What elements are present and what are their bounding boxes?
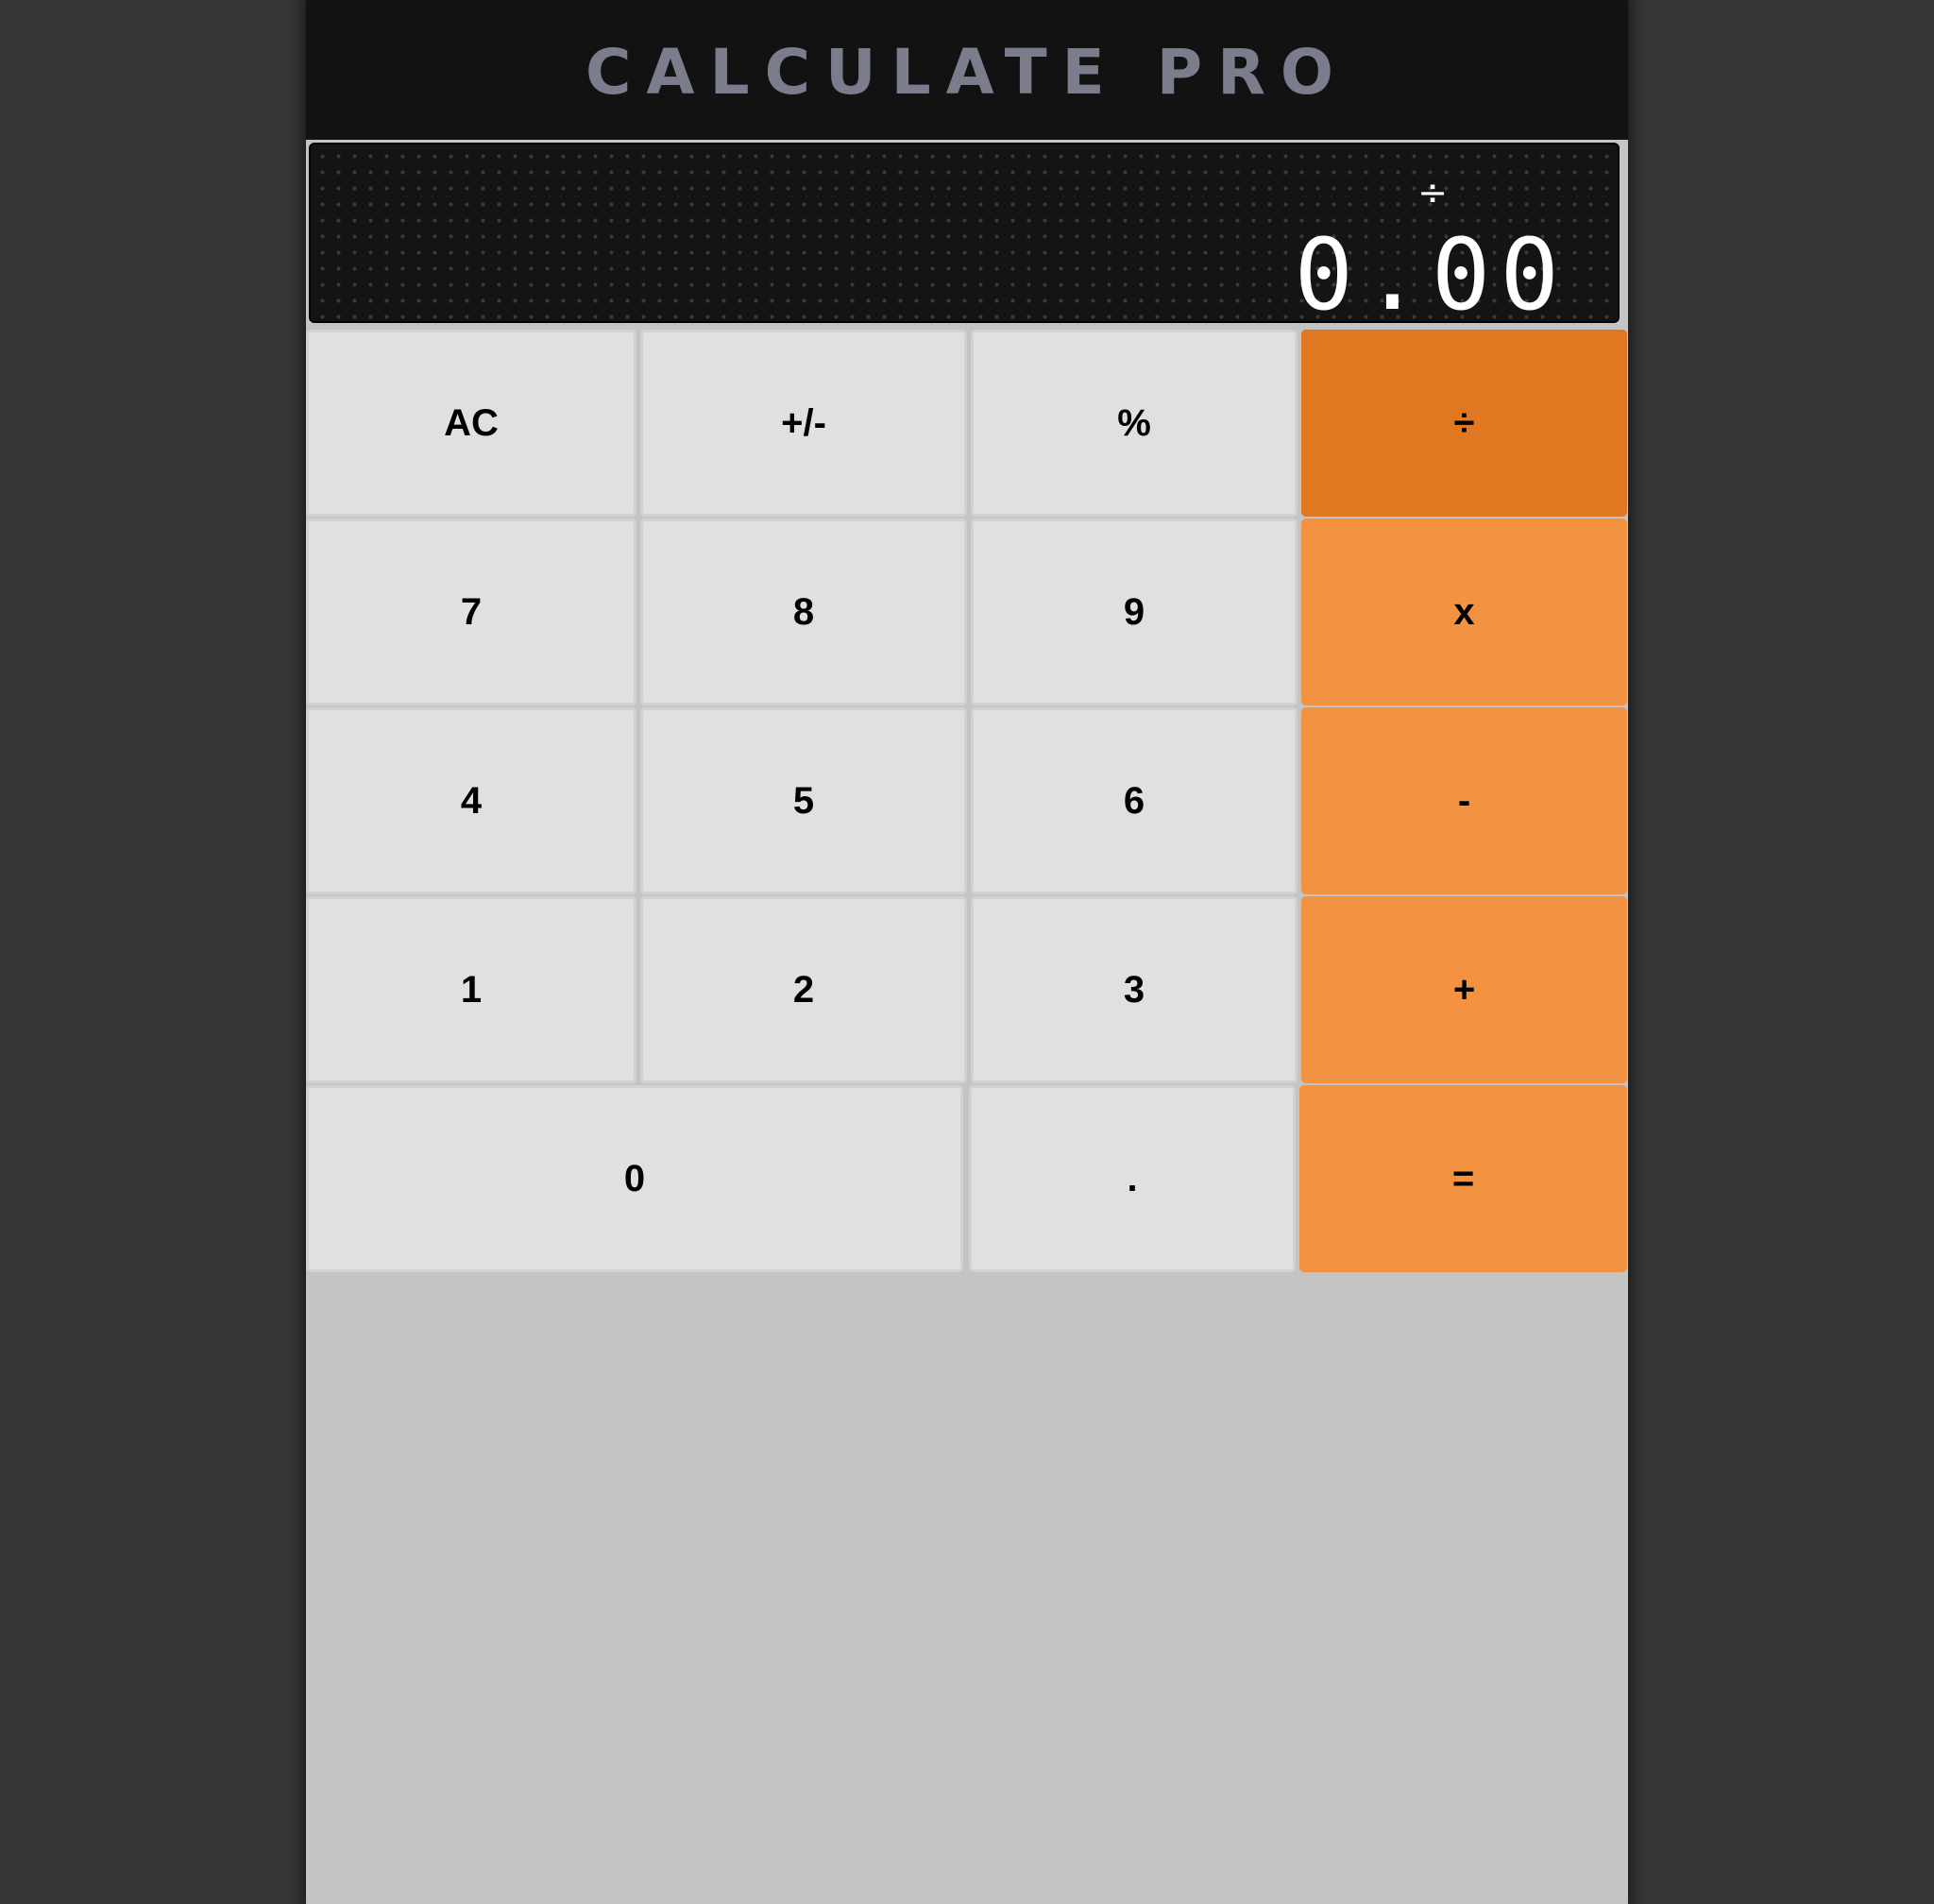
- digit-7-button[interactable]: 7: [306, 518, 636, 706]
- clear-button[interactable]: AC: [306, 330, 636, 517]
- display-value: 0.00: [1294, 217, 1569, 332]
- equals-button[interactable]: =: [1299, 1085, 1627, 1272]
- digit-8-button[interactable]: 8: [640, 518, 967, 706]
- digit-0-button[interactable]: 0: [306, 1085, 963, 1272]
- digit-2-button[interactable]: 2: [640, 896, 967, 1083]
- digit-1-button[interactable]: 1: [306, 896, 636, 1083]
- subtract-button[interactable]: -: [1301, 707, 1627, 894]
- operator-indicator: ÷: [1417, 172, 1448, 213]
- toggle-sign-button[interactable]: +/-: [640, 330, 967, 517]
- digit-9-button[interactable]: 9: [971, 518, 1298, 706]
- app-header: CALCULATE PRO: [306, 0, 1628, 140]
- digit-4-button[interactable]: 4: [306, 707, 636, 894]
- app-title: CALCULATE PRO: [585, 35, 1349, 109]
- add-button[interactable]: +: [1301, 896, 1627, 1083]
- calculator-app: CALCULATE PRO ÷ 0.00 AC +/- % ÷ 7 8 9 x …: [306, 0, 1628, 1904]
- digit-5-button[interactable]: 5: [640, 707, 967, 894]
- multiply-button[interactable]: x: [1301, 518, 1627, 706]
- divide-button[interactable]: ÷: [1301, 330, 1627, 517]
- calculator-display: ÷ 0.00: [309, 143, 1620, 332]
- digit-6-button[interactable]: 6: [971, 707, 1298, 894]
- decimal-button[interactable]: .: [969, 1085, 1296, 1272]
- percent-button[interactable]: %: [971, 330, 1298, 517]
- digit-3-button[interactable]: 3: [971, 896, 1298, 1083]
